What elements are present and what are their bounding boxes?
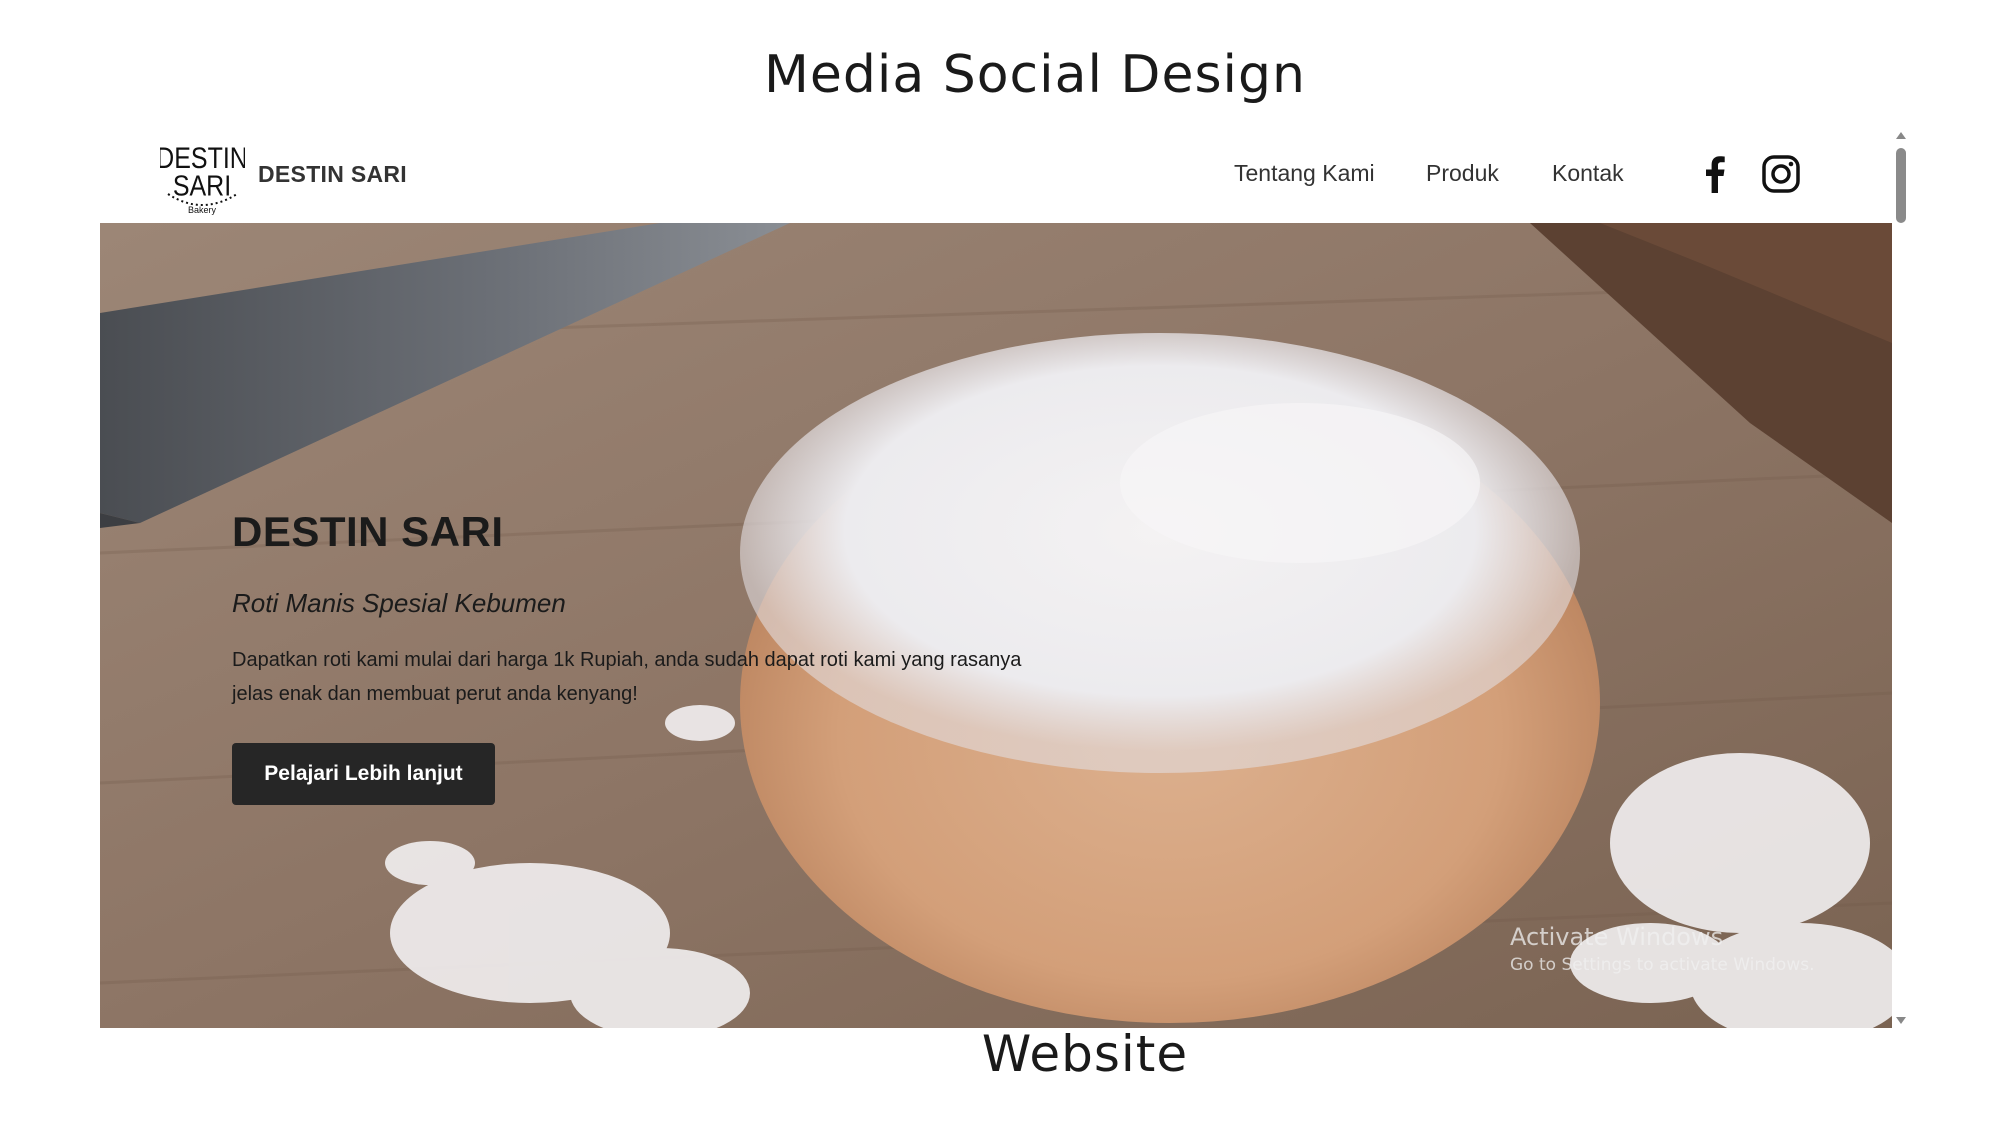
scroll-up-arrow-icon[interactable] xyxy=(1896,132,1906,139)
website-screenshot: DESTIN SARI Bakery DESTIN SARI Tentang K… xyxy=(100,128,1910,1028)
facebook-icon[interactable] xyxy=(1694,153,1736,195)
activate-windows-watermark: Activate Windows Go to Settings to activ… xyxy=(1510,923,1815,975)
hero-subtitle: Roti Manis Spesial Kebumen xyxy=(232,588,566,618)
brand-logo[interactable]: DESTIN SARI Bakery xyxy=(160,138,245,216)
watermark-subtitle: Go to Settings to activate Windows. xyxy=(1510,955,1815,975)
hero-title: DESTIN SARI xyxy=(232,508,504,555)
vertical-scrollbar[interactable] xyxy=(1892,128,1910,1028)
instagram-icon[interactable] xyxy=(1760,153,1802,195)
slide-caption: Website xyxy=(981,1025,1189,1083)
watermark-title: Activate Windows xyxy=(1510,923,1724,951)
logo-text-bottom: SARI xyxy=(173,170,231,202)
nav-link-kontak[interactable]: Kontak xyxy=(1552,160,1624,187)
brand-name[interactable]: DESTIN SARI xyxy=(258,161,407,188)
scroll-thumb[interactable] xyxy=(1896,148,1906,223)
slide-title: Media Social Design xyxy=(764,45,1306,105)
nav-link-produk[interactable]: Produk xyxy=(1426,160,1499,187)
hero-section: DESTIN SARI Roti Manis Spesial Kebumen D… xyxy=(100,223,1892,1028)
nav-link-tentang-kami[interactable]: Tentang Kami xyxy=(1234,160,1375,187)
hero-description: Dapatkan roti kami mulai dari harga 1k R… xyxy=(232,649,1022,705)
navbar: DESTIN SARI Bakery DESTIN SARI Tentang K… xyxy=(100,128,1892,223)
learn-more-button[interactable]: Pelajari Lebih lanjut xyxy=(232,743,495,805)
hero-content: DESTIN SARI Roti Manis Spesial Kebumen D… xyxy=(232,223,1132,1028)
scroll-down-arrow-icon[interactable] xyxy=(1896,1017,1906,1024)
logo-text-small: Bakery xyxy=(188,205,217,215)
